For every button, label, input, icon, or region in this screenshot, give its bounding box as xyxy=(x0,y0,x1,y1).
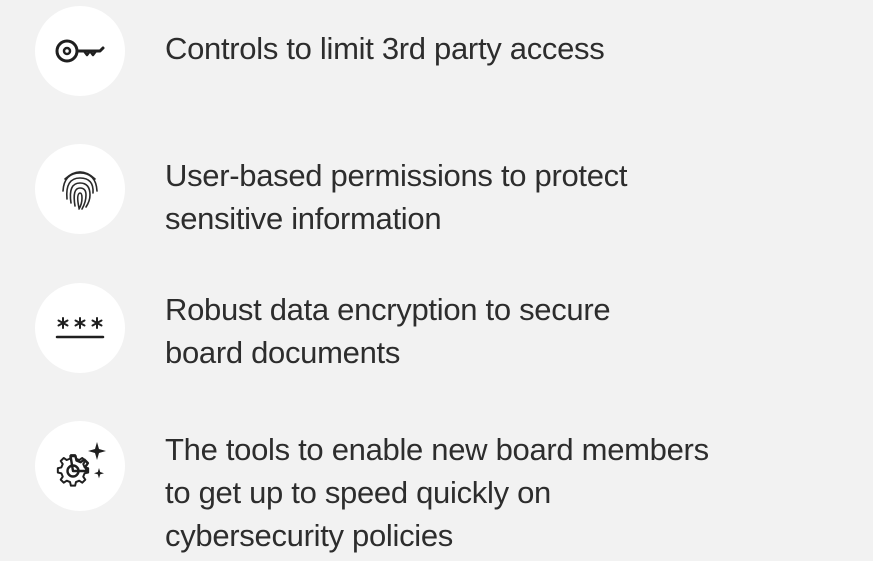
feature-text: Robust data encryption to secure board d… xyxy=(165,288,825,374)
feature-text: The tools to enable new board members to… xyxy=(165,428,825,557)
security-feature-list: Controls to limit 3rd party access User-… xyxy=(0,0,873,561)
gear-sparkle-icon xyxy=(56,442,106,487)
feature-line: to get up to speed quickly on xyxy=(165,475,551,510)
feature-line: User-based permissions to protect xyxy=(165,158,628,193)
key-icon-badge xyxy=(35,6,125,96)
feature-line: board documents xyxy=(165,335,401,370)
key-icon xyxy=(55,39,105,63)
password-asterisks-icon xyxy=(55,317,105,339)
feature-line: The tools to enable new board members xyxy=(165,432,709,467)
feature-text: User-based permissions to protect sensit… xyxy=(165,154,825,240)
password-asterisks-icon-badge xyxy=(35,283,125,373)
fingerprint-icon-badge xyxy=(35,144,125,234)
feature-line: cybersecurity policies xyxy=(165,518,454,553)
fingerprint-icon xyxy=(62,171,98,210)
feature-text: Controls to limit 3rd party access xyxy=(165,27,825,70)
feature-line: Controls to limit 3rd party access xyxy=(165,31,605,66)
gear-sparkle-icon-badge xyxy=(35,421,125,511)
feature-line: Robust data encryption to secure xyxy=(165,292,611,327)
feature-line: sensitive information xyxy=(165,201,442,236)
